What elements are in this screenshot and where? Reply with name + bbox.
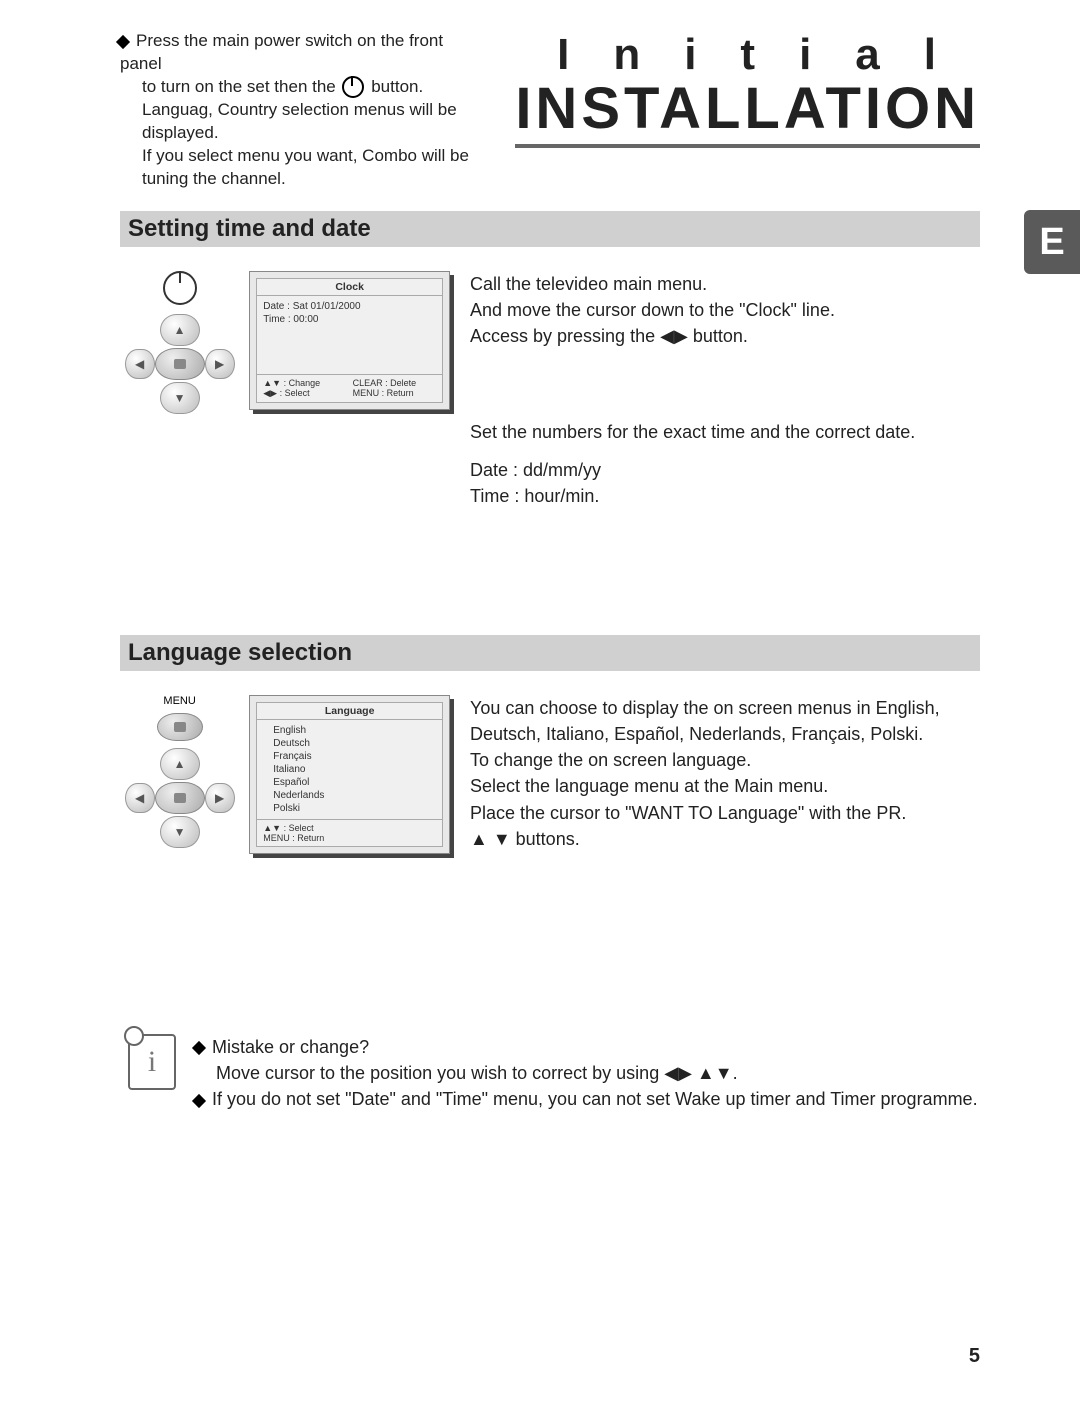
intro-line1b: to turn on the set then the [142, 77, 336, 96]
lang-item: Polski [273, 802, 436, 815]
s1-p2-l1: Set the numbers for the exact time and t… [470, 419, 980, 445]
intro-line1a: Press the main power switch on the front… [120, 31, 443, 73]
osd-foot-select: ◀▶ : Select [263, 388, 346, 399]
bullet-icon [192, 1041, 206, 1055]
lang-item: Nederlands [273, 789, 436, 802]
s1-l3a: Access by pressing the [470, 326, 655, 346]
s1-p2-l3: Time : hour/min. [470, 483, 980, 509]
osd-foot-return: MENU : Return [353, 388, 436, 399]
page-title: Initial INSTALLATION [515, 30, 980, 148]
remote-dpad-menu: MENU ▲ ◀ ▶ ▼ [120, 695, 239, 849]
arrows-icon: ◀▶ ▲▼ [664, 1063, 732, 1083]
section-side-tab: E [1024, 210, 1080, 274]
lang-item: Français [273, 750, 436, 763]
power-icon [342, 76, 364, 98]
dpad-center-icon [155, 782, 205, 814]
remote-dpad: ▲ ◀ ▶ ▼ [120, 271, 239, 415]
note-l2a: Move cursor to the position you wish to … [216, 1063, 659, 1083]
s1-l1: Call the televideo main menu. [470, 271, 980, 297]
intro-text: Press the main power switch on the front… [120, 30, 485, 191]
lang-item: Deutsch [273, 737, 436, 750]
osd-foot-delete: CLEAR : Delete [353, 378, 436, 388]
bullet-icon [192, 1093, 206, 1107]
intro-line1c: button. [371, 77, 423, 96]
osd-clock-date: Date : Sat 01/01/2000 [263, 300, 436, 313]
dpad-up-icon: ▲ [160, 748, 200, 780]
intro-line2: Languag, Country selection menus will be… [142, 99, 481, 145]
section-heading-time-date: Setting time and date [120, 211, 980, 247]
s2-l4: Place the cursor to "WANT TO Language" w… [470, 800, 980, 826]
left-right-icon: ◀▶ [660, 326, 688, 346]
lang-item: Italiano [273, 763, 436, 776]
title-small: Initial [515, 30, 980, 80]
dpad-up-icon: ▲ [160, 314, 200, 346]
osd-clock-time: Time : 00:00 [263, 313, 436, 326]
power-button-icon [163, 271, 197, 305]
s1-l3c: button. [693, 326, 748, 346]
s2-l1: You can choose to display the on screen … [470, 695, 980, 747]
note-block: i Mistake or change? Move cursor to the … [120, 1034, 980, 1112]
dpad-down-icon: ▼ [160, 816, 200, 848]
s2-l2: To change the on screen language. [470, 747, 980, 773]
lang-item: English [273, 724, 436, 737]
osd-language: Language English Deutsch Français Italia… [249, 695, 450, 854]
lang-item: Español [273, 776, 436, 789]
page-number: 5 [969, 1345, 980, 1368]
section1-text: Call the televideo main menu. And move t… [470, 271, 980, 510]
s2-l3: Select the language menu at the Main men… [470, 773, 980, 799]
dpad-right-icon: ▶ [205, 349, 235, 379]
up-down-icon: ▲ ▼ [470, 829, 511, 849]
osd-clock: Clock Date : Sat 01/01/2000 Time : 00:00… [249, 271, 450, 410]
dpad-right-icon: ▶ [205, 783, 235, 813]
title-underline [515, 144, 980, 148]
s1-l2: And move the cursor down to the "Clock" … [470, 297, 980, 323]
bullet-icon [116, 34, 130, 48]
menu-label: MENU [163, 695, 195, 707]
osd-language-title: Language [257, 703, 442, 720]
info-icon: i [128, 1034, 176, 1090]
dpad-left-icon: ◀ [125, 349, 155, 379]
note-l3: If you do not set "Date" and "Time" menu… [212, 1089, 978, 1109]
osd-clock-title: Clock [257, 279, 442, 296]
intro-line3: If you select menu you want, Combo will … [142, 145, 481, 191]
dpad-down-icon: ▼ [160, 382, 200, 414]
osd-foot-return: MENU : Return [263, 833, 436, 843]
dpad-left-icon: ◀ [125, 783, 155, 813]
note-l1: Mistake or change? [212, 1037, 369, 1057]
section-heading-language: Language selection [120, 635, 980, 671]
osd-foot-select: ▲▼ : Select [263, 823, 436, 833]
title-big: INSTALLATION [515, 80, 980, 138]
dpad-center-icon [155, 348, 205, 380]
note-l2c: . [733, 1063, 738, 1083]
section2-text: You can choose to display the on screen … [470, 695, 980, 852]
s1-p2-l2: Date : dd/mm/yy [470, 457, 980, 483]
menu-button-icon [157, 713, 203, 741]
s2-l5b: buttons. [516, 829, 580, 849]
osd-foot-change: ▲▼ : Change [263, 378, 346, 388]
